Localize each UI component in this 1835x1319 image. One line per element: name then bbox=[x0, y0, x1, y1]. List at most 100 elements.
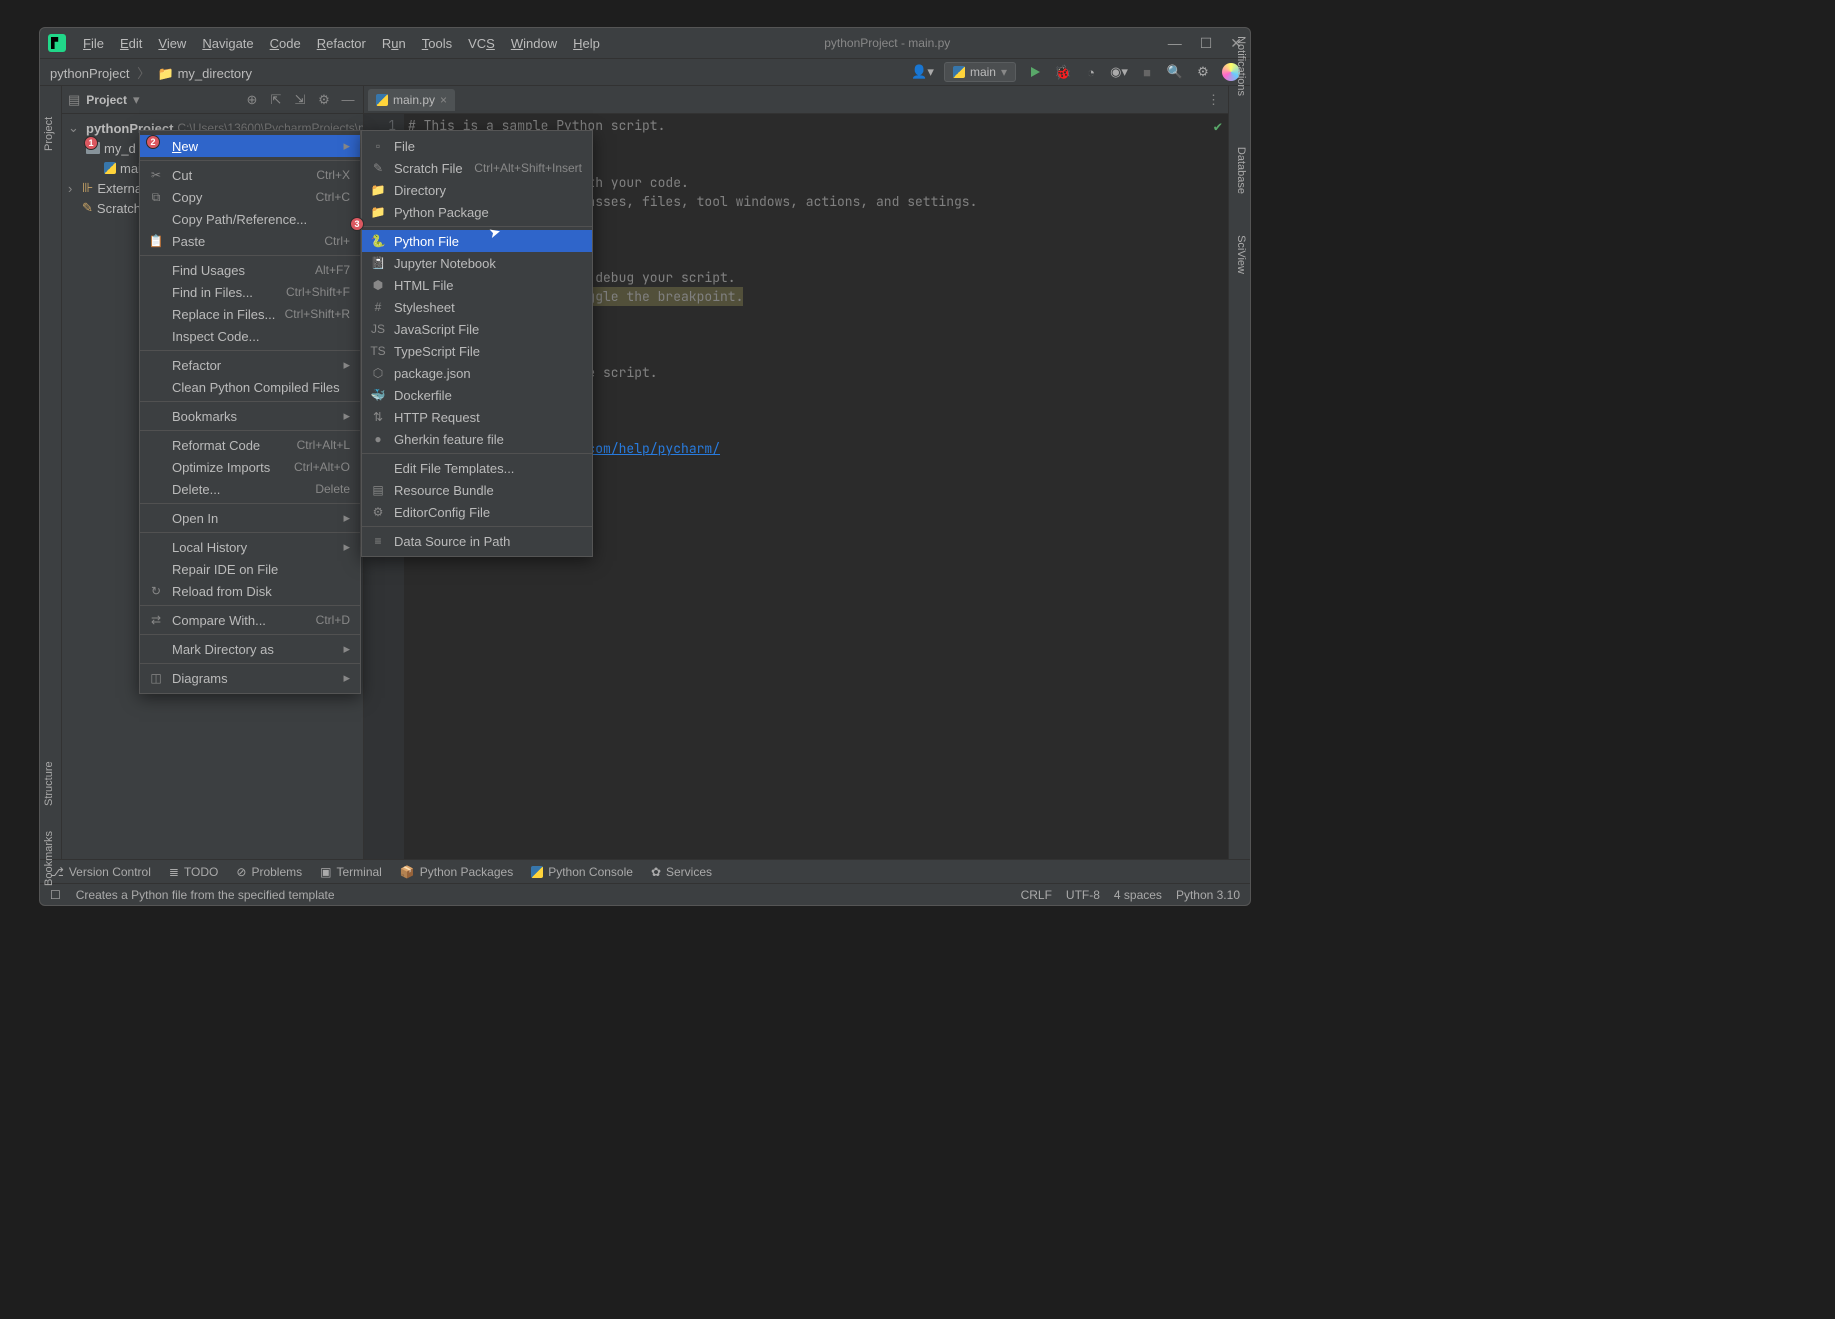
ctx-replace-in-files-[interactable]: Replace in Files...Ctrl+Shift+R bbox=[140, 303, 360, 325]
breadcrumb-dir[interactable]: my_directory bbox=[178, 66, 252, 81]
run-config-label: main bbox=[970, 65, 996, 79]
tab-close-icon[interactable]: × bbox=[440, 93, 447, 107]
run-config-selector[interactable]: main ▾ bbox=[944, 62, 1016, 82]
ctx-optimize-imports[interactable]: Optimize ImportsCtrl+Alt+O bbox=[140, 456, 360, 478]
project-panel-title: Project bbox=[86, 93, 127, 107]
new-html-file[interactable]: ⬢HTML File bbox=[362, 274, 592, 296]
menu-code[interactable]: Code bbox=[263, 33, 308, 54]
ctx-cut[interactable]: ✂CutCtrl+X bbox=[140, 164, 360, 186]
run-button[interactable] bbox=[1026, 63, 1044, 81]
tool-todo[interactable]: ≣TODO bbox=[169, 865, 219, 879]
menubar: File Edit View Navigate Code Refactor Ru… bbox=[76, 33, 607, 54]
hide-panel-icon[interactable]: — bbox=[339, 92, 357, 107]
status-tip-icon: ☐ bbox=[50, 888, 61, 902]
breadcrumb[interactable]: pythonProject 〉 📁 my_directory bbox=[50, 63, 252, 82]
menu-navigate[interactable]: Navigate bbox=[195, 33, 260, 54]
tool-structure[interactable]: Structure bbox=[43, 761, 55, 806]
stop-button[interactable]: ■ bbox=[1138, 63, 1156, 81]
new-python-file[interactable]: 🐍Python File bbox=[362, 230, 592, 252]
new-editorconfig-file[interactable]: ⚙EditorConfig File bbox=[362, 501, 592, 523]
tool-terminal[interactable]: ▣Terminal bbox=[320, 865, 382, 879]
tool-database[interactable]: Database bbox=[1235, 147, 1247, 194]
editor-more-icon[interactable]: ⋮ bbox=[1207, 92, 1220, 108]
ctx-paste[interactable]: 📋PasteCtrl+ bbox=[140, 230, 360, 252]
settings-icon[interactable]: ⚙ bbox=[1194, 63, 1212, 81]
tool-python-packages[interactable]: 📦Python Packages bbox=[400, 865, 513, 879]
new-jupyter-notebook[interactable]: 📓Jupyter Notebook bbox=[362, 252, 592, 274]
menu-vcs[interactable]: VCS bbox=[461, 33, 502, 54]
minimize-icon[interactable]: — bbox=[1168, 35, 1182, 52]
new-resource-bundle[interactable]: ▤Resource Bundle bbox=[362, 479, 592, 501]
ctx-find-in-files-[interactable]: Find in Files...Ctrl+Shift+F bbox=[140, 281, 360, 303]
new-gherkin-feature-file[interactable]: ●Gherkin feature file bbox=[362, 428, 592, 450]
tool-services[interactable]: ✿Services bbox=[651, 865, 712, 879]
tab-main-py[interactable]: main.py × bbox=[368, 89, 455, 111]
new-file[interactable]: ▫File bbox=[362, 135, 592, 157]
new-data-source-in-path[interactable]: ≡Data Source in Path bbox=[362, 530, 592, 552]
menu-window[interactable]: Window bbox=[504, 33, 564, 54]
ctx-copy-path-reference-[interactable]: Copy Path/Reference... bbox=[140, 208, 360, 230]
ctx-mark-directory-as[interactable]: Mark Directory as▸ bbox=[140, 638, 360, 660]
status-line-sep[interactable]: CRLF bbox=[1021, 888, 1052, 902]
menu-file[interactable]: File bbox=[76, 33, 111, 54]
profile-button[interactable]: ◉▾ bbox=[1110, 63, 1128, 81]
ctx-bookmarks[interactable]: Bookmarks▸ bbox=[140, 405, 360, 427]
ctx-copy[interactable]: ⧉CopyCtrl+C bbox=[140, 186, 360, 208]
ctx-open-in[interactable]: Open In▸ bbox=[140, 507, 360, 529]
search-icon[interactable]: 🔍 bbox=[1166, 63, 1184, 81]
ctx-new[interactable]: New▸ bbox=[140, 135, 360, 157]
breadcrumb-root[interactable]: pythonProject bbox=[50, 66, 130, 81]
maximize-icon[interactable]: ☐ bbox=[1200, 35, 1213, 52]
pycharm-logo-icon bbox=[48, 34, 66, 52]
tool-problems[interactable]: ⊘Problems bbox=[236, 865, 302, 879]
menu-edit[interactable]: Edit bbox=[113, 33, 149, 54]
ctx-reload-from-disk[interactable]: ↻Reload from Disk bbox=[140, 580, 360, 602]
tool-sciview[interactable]: SciView bbox=[1235, 235, 1247, 274]
new-javascript-file[interactable]: JSJavaScript File bbox=[362, 318, 592, 340]
collapse-icon[interactable]: ⇲ bbox=[291, 92, 309, 108]
tool-python-console[interactable]: Python Console bbox=[531, 865, 633, 879]
debug-button[interactable]: 🐞 bbox=[1054, 63, 1072, 81]
status-indent[interactable]: 4 spaces bbox=[1114, 888, 1162, 902]
new-http-request[interactable]: ⇅HTTP Request bbox=[362, 406, 592, 428]
ctx-compare-with-[interactable]: ⇄Compare With...Ctrl+D bbox=[140, 609, 360, 631]
expand-icon[interactable]: ⇱ bbox=[267, 92, 285, 108]
tool-project[interactable]: Project bbox=[43, 117, 55, 151]
status-encoding[interactable]: UTF-8 bbox=[1066, 888, 1100, 902]
locate-icon[interactable]: ⊕ bbox=[243, 92, 261, 108]
tab-label: main.py bbox=[393, 93, 435, 107]
new-edit-file-templates-[interactable]: Edit File Templates... bbox=[362, 457, 592, 479]
menu-tools[interactable]: Tools bbox=[415, 33, 459, 54]
status-interpreter[interactable]: Python 3.10 bbox=[1176, 888, 1240, 902]
new-directory[interactable]: 📁Directory bbox=[362, 179, 592, 201]
ctx-find-usages[interactable]: Find UsagesAlt+F7 bbox=[140, 259, 360, 281]
inspection-ok-icon[interactable]: ✔ bbox=[1214, 118, 1222, 136]
ctx-reformat-code[interactable]: Reformat CodeCtrl+Alt+L bbox=[140, 434, 360, 456]
new-dockerfile[interactable]: 🐳Dockerfile bbox=[362, 384, 592, 406]
tool-notifications[interactable]: Notifications bbox=[1235, 36, 1247, 96]
tool-vcs[interactable]: ⎇Version Control bbox=[50, 865, 151, 879]
coverage-button[interactable]: ◔ bbox=[1082, 63, 1100, 81]
ctx-delete-[interactable]: Delete...Delete bbox=[140, 478, 360, 500]
tree-dir[interactable]: my_d bbox=[104, 141, 136, 156]
new-python-package[interactable]: 📁Python Package bbox=[362, 201, 592, 223]
ctx-local-history[interactable]: Local History▸ bbox=[140, 536, 360, 558]
ctx-repair-ide-on-file[interactable]: Repair IDE on File bbox=[140, 558, 360, 580]
menu-help[interactable]: Help bbox=[566, 33, 607, 54]
tool-bookmarks[interactable]: Bookmarks bbox=[43, 831, 55, 886]
new-typescript-file[interactable]: TSTypeScript File bbox=[362, 340, 592, 362]
ctx-clean-python-compiled-files[interactable]: Clean Python Compiled Files bbox=[140, 376, 360, 398]
new-scratch-file[interactable]: ✎Scratch FileCtrl+Alt+Shift+Insert bbox=[362, 157, 592, 179]
panel-settings-icon[interactable]: ⚙ bbox=[315, 92, 333, 108]
ctx-refactor[interactable]: Refactor▸ bbox=[140, 354, 360, 376]
menu-refactor[interactable]: Refactor bbox=[310, 33, 373, 54]
new-stylesheet[interactable]: #Stylesheet bbox=[362, 296, 592, 318]
menu-view[interactable]: View bbox=[151, 33, 193, 54]
tree-ext-libs[interactable]: External bbox=[97, 181, 145, 196]
annotation-marker-1: 1 bbox=[84, 136, 98, 150]
user-icon[interactable]: 👤▾ bbox=[911, 64, 934, 80]
new-package-json[interactable]: ⬡package.json bbox=[362, 362, 592, 384]
ctx-diagrams[interactable]: ◫Diagrams▸ bbox=[140, 667, 360, 689]
ctx-inspect-code-[interactable]: Inspect Code... bbox=[140, 325, 360, 347]
menu-run[interactable]: Run bbox=[375, 33, 413, 54]
